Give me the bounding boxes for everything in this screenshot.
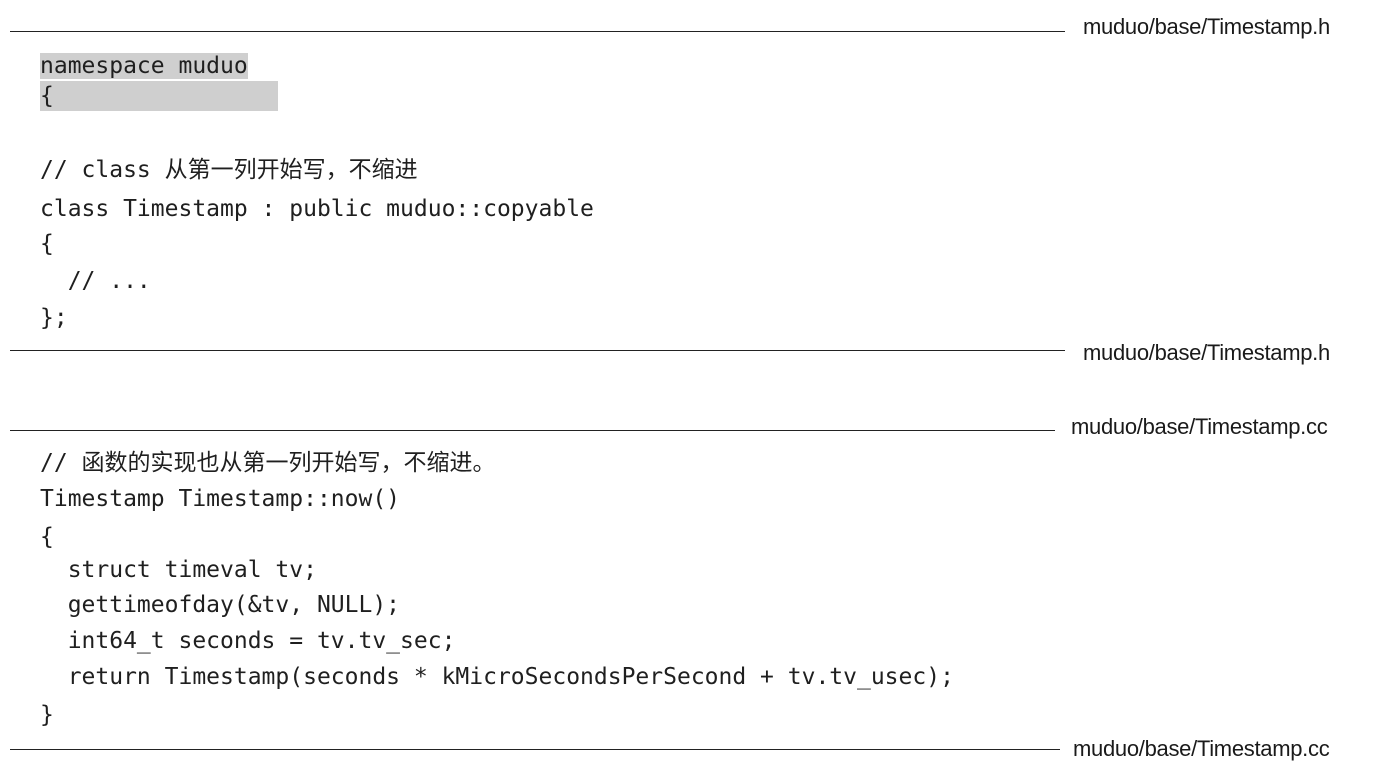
code-comment: // 函数的实现也从第一列开始写，不缩进。 xyxy=(40,450,496,476)
listing2-file-label-bottom: muduo/base/Timestamp.cc xyxy=(1073,736,1330,761)
code-line: struct timeval tv; xyxy=(40,557,317,583)
listing1-file-label-bottom: muduo/base/Timestamp.h xyxy=(1083,340,1330,365)
listing1-file-label-top: muduo/base/Timestamp.h xyxy=(1083,14,1330,39)
code-line: }; xyxy=(40,305,68,331)
code-line: int64_t seconds = tv.tv_sec; xyxy=(40,628,456,654)
listing2-bottom-rule xyxy=(10,749,1060,750)
code-line: // ... xyxy=(40,268,151,294)
code-line: { xyxy=(40,231,54,257)
listing1-bottom-rule xyxy=(10,350,1065,351)
listing2-file-label-top: muduo/base/Timestamp.cc xyxy=(1071,414,1328,439)
code-line: { xyxy=(40,81,278,111)
code-line: } xyxy=(40,702,54,728)
code-line: return Timestamp(seconds * kMicroSeconds… xyxy=(40,664,954,690)
code-line: namespace muduo xyxy=(40,51,248,81)
namespace-brace: { xyxy=(40,81,278,111)
namespace-line: namespace muduo xyxy=(40,53,248,79)
listing2-top-rule xyxy=(10,430,1055,431)
code-line: class Timestamp : public muduo::copyable xyxy=(40,196,594,222)
code-line: gettimeofday(&tv, NULL); xyxy=(40,592,401,618)
code-line: { xyxy=(40,524,54,550)
code-line: Timestamp Timestamp::now() xyxy=(40,486,401,512)
listing1-top-rule xyxy=(10,31,1065,32)
code-comment: // class 从第一列开始写，不缩进 xyxy=(40,157,418,183)
